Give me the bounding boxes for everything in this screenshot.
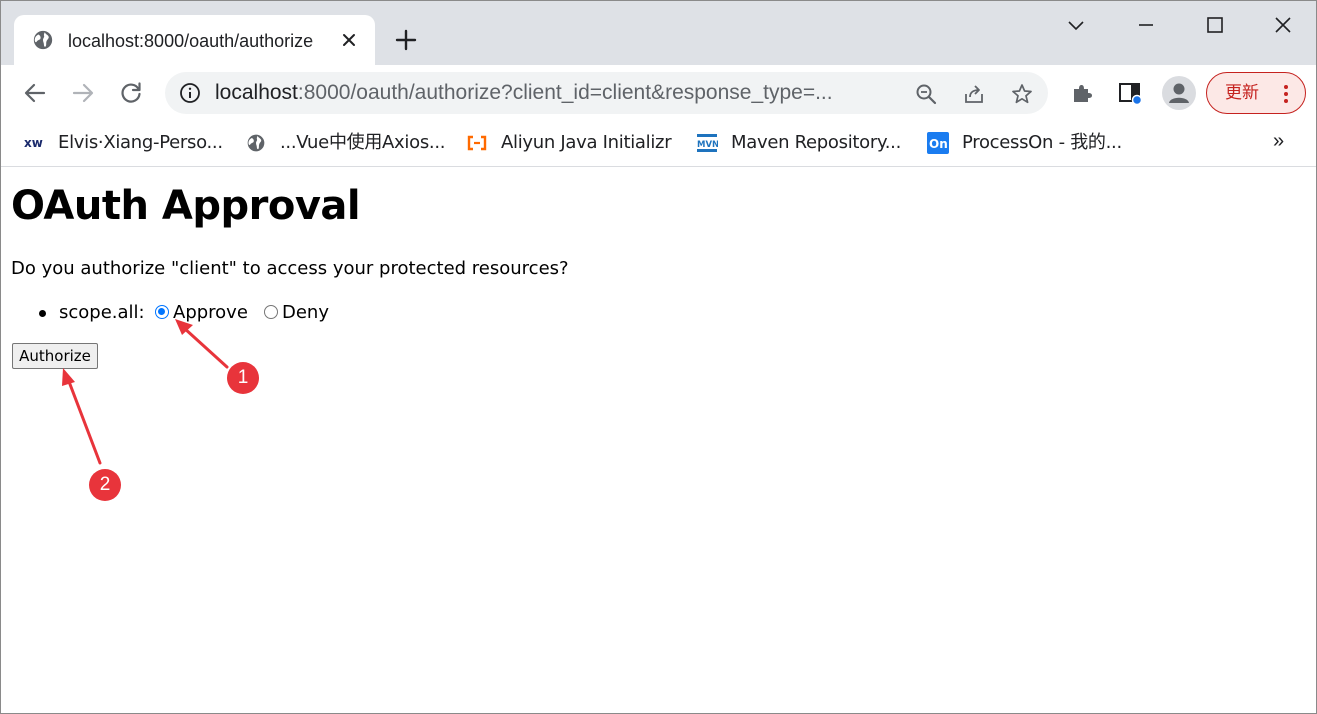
- xw-logo-icon: xw: [24, 136, 43, 150]
- bookmarks-bar: xw Elvis·Xiang-Perso... ...Vue中使用Axios..…: [1, 121, 1316, 167]
- zoom-icon[interactable]: [914, 82, 938, 106]
- page-title: OAuth Approval: [11, 183, 361, 229]
- bookmark-item[interactable]: Aliyun Java Initializr: [466, 129, 676, 157]
- extensions-puzzle-icon[interactable]: [1069, 80, 1095, 106]
- annotation-marker-2: 2: [89, 469, 121, 501]
- info-icon[interactable]: [179, 82, 201, 104]
- new-tab-plus-icon[interactable]: [393, 27, 419, 53]
- aliyun-logo-icon: [467, 135, 487, 151]
- star-icon[interactable]: [1010, 82, 1034, 106]
- browser-window: localhost:8000/oauth/authorize localhost…: [0, 0, 1317, 714]
- address-bar[interactable]: localhost:8000/oauth/authorize?client_id…: [165, 72, 1048, 114]
- authorize-button[interactable]: Authorize: [12, 343, 98, 369]
- bookmark-label: Maven Repository...: [731, 132, 902, 153]
- page-content: OAuth Approval Do you authorize "client"…: [1, 168, 1316, 713]
- approve-radio[interactable]: [155, 305, 169, 319]
- close-icon[interactable]: [340, 31, 358, 49]
- minimize-icon[interactable]: [1134, 13, 1158, 37]
- update-button[interactable]: 更新: [1206, 72, 1306, 114]
- bookmark-label: ProcessOn - 我的...: [962, 132, 1122, 153]
- svg-text:xw: xw: [24, 136, 43, 150]
- chevron-down-icon[interactable]: [1064, 13, 1088, 37]
- update-button-label: 更新: [1225, 83, 1259, 103]
- back-arrow-icon[interactable]: [22, 80, 48, 106]
- person-icon: [1169, 83, 1189, 103]
- bookmarks-overflow-chevron[interactable]: »: [1273, 129, 1284, 153]
- maven-logo-icon: MVN: [697, 134, 718, 152]
- globe-icon: [33, 30, 53, 50]
- deny-radio[interactable]: [264, 305, 278, 319]
- profile-avatar[interactable]: [1162, 76, 1196, 110]
- bookmark-item[interactable]: xw Elvis·Xiang-Perso...: [23, 129, 223, 157]
- bookmark-item[interactable]: ...Vue中使用Axios...: [245, 129, 445, 157]
- bookmark-label: Elvis·Xiang-Perso...: [58, 132, 223, 153]
- processon-logo-icon: On: [927, 132, 949, 154]
- browser-tab[interactable]: localhost:8000/oauth/authorize: [14, 15, 375, 65]
- deny-radio-label[interactable]: Deny: [282, 301, 329, 325]
- reading-mode-icon[interactable]: [1117, 80, 1143, 106]
- list-bullet: [39, 310, 46, 317]
- maximize-icon[interactable]: [1203, 13, 1227, 37]
- more-vert-icon[interactable]: [1281, 83, 1291, 105]
- tab-title: localhost:8000/oauth/authorize: [68, 31, 314, 51]
- scope-label: scope.all:: [59, 302, 145, 323]
- svg-text:On: On: [929, 137, 948, 151]
- annotation-marker-1: 1: [227, 362, 259, 394]
- share-icon[interactable]: [962, 82, 986, 106]
- url-rest: :8000/oauth/authorize?client_id=client&r…: [297, 81, 833, 104]
- authorization-question: Do you authorize "client" to access your…: [11, 258, 569, 279]
- browser-toolbar: localhost:8000/oauth/authorize?client_id…: [1, 65, 1316, 121]
- bookmark-item[interactable]: On ProcessOn - 我的...: [927, 129, 1127, 157]
- reload-icon[interactable]: [118, 80, 144, 106]
- approve-radio-label[interactable]: Approve: [173, 301, 248, 325]
- url-host: localhost: [215, 81, 298, 104]
- bookmark-item[interactable]: MVN Maven Repository...: [696, 129, 906, 157]
- tab-strip: localhost:8000/oauth/authorize: [1, 1, 1316, 65]
- globe-icon: [247, 134, 265, 152]
- bookmark-label: Aliyun Java Initializr: [501, 132, 672, 153]
- close-window-icon[interactable]: [1271, 13, 1295, 37]
- forward-arrow-icon[interactable]: [70, 80, 96, 106]
- url-text[interactable]: localhost:8000/oauth/authorize?client_id…: [215, 81, 905, 105]
- tab-title-fade: [310, 27, 334, 55]
- svg-text:MVN: MVN: [697, 140, 718, 150]
- bookmark-label: ...Vue中使用Axios...: [280, 132, 446, 153]
